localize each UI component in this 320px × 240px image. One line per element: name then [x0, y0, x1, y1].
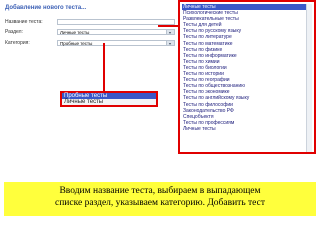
- category-label: Категория:: [5, 40, 30, 46]
- category-dropdown-popup[interactable]: Пробные тесты Личные тесты: [60, 91, 158, 107]
- caption-line: списке раздел, указываем категорию. Доба…: [55, 198, 265, 208]
- section-label: Раздел:: [5, 29, 23, 35]
- test-name-label: Название теста:: [5, 19, 43, 25]
- section-option[interactable]: Личные тесты: [182, 126, 312, 132]
- add-test-form: Добавление нового теста... Название тест…: [3, 3, 184, 63]
- connector-line: [103, 43, 105, 91]
- caption-text: Вводим название теста, выбираем в выпада…: [4, 185, 316, 209]
- category-option[interactable]: Личные тесты: [62, 99, 156, 105]
- chevron-down-icon[interactable]: [166, 30, 174, 34]
- section-dropdown-list[interactable]: Личные тесты Психологические тесты Развлек…: [178, 0, 316, 154]
- category-select[interactable]: Пробные тесты: [57, 40, 175, 46]
- section-select[interactable]: Личные тесты: [57, 29, 175, 35]
- chevron-down-icon[interactable]: [166, 41, 174, 45]
- connector-line: [158, 25, 178, 27]
- scrollbar[interactable]: [306, 4, 312, 152]
- form-title: Добавление нового теста...: [5, 5, 87, 11]
- section-select-value: Личные тесты: [60, 30, 90, 35]
- instruction-caption: Вводим название теста, выбираем в выпада…: [4, 182, 316, 216]
- caption-line: Вводим название теста, выбираем в выпада…: [59, 186, 261, 196]
- category-select-value: Пробные тесты: [60, 41, 93, 46]
